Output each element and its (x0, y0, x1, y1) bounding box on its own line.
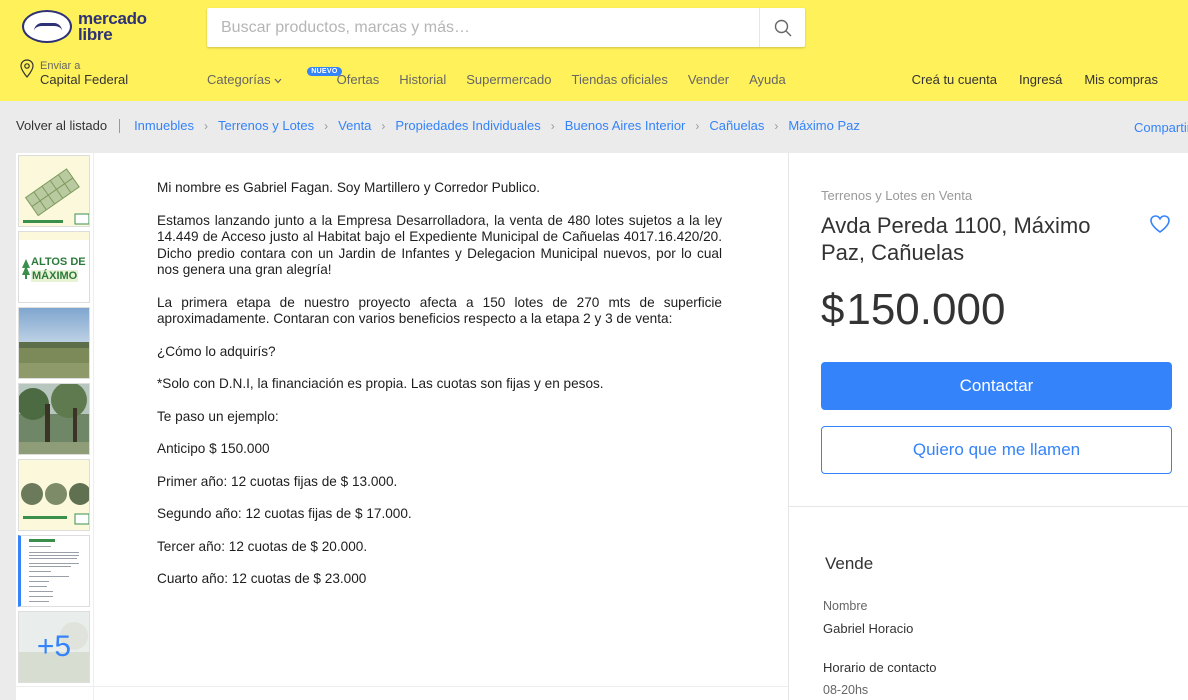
search-input[interactable] (207, 8, 759, 47)
contact-button[interactable]: Contactar (821, 362, 1172, 410)
thumbnail-1[interactable] (18, 155, 90, 227)
doc-paragraph: Anticipo $ 150.000 (157, 441, 270, 456)
trees-photo (19, 384, 89, 454)
seller-section-title: Vende (825, 554, 874, 573)
description-document: Mi nombre es Gabriel Fagan. Soy Martille… (157, 180, 722, 604)
doc-paragraph: Primer año: 12 cuotas fijas de $ 13.000. (157, 473, 398, 489)
logo-text-line2: libre (78, 24, 113, 44)
nav-ayuda[interactable]: Ayuda (749, 72, 786, 87)
search-bar (207, 8, 805, 47)
request-call-button[interactable]: Quiero que me llamen (821, 426, 1172, 474)
breadcrumb: Volver al listado Inmuebles › Terrenos y… (16, 118, 860, 133)
breadcrumb-buenos-aires-interior[interactable]: Buenos Aires Interior (565, 118, 686, 133)
search-button[interactable] (759, 8, 805, 47)
doc-paragraph: Estamos lanzando junto a la Empresa Desa… (157, 212, 722, 278)
gallery-divider (93, 153, 94, 700)
thumbnail-3[interactable] (18, 307, 90, 379)
thumbnail-6[interactable] (18, 535, 90, 607)
doc-paragraph: Segundo año: 12 cuotas fijas de $ 17.000… (157, 506, 412, 521)
more-photos-count: +5 (19, 612, 89, 682)
favorite-button[interactable] (1149, 214, 1171, 239)
mercadolibre-logo[interactable]: mercado libre (22, 10, 147, 43)
gallery-bottom-divider (16, 686, 788, 687)
altos-logo-line2: MÁXIMO (31, 270, 79, 282)
location-value: Capital Federal (40, 72, 129, 87)
create-account-link[interactable]: Creá tu cuenta (912, 72, 997, 87)
nav-tiendas-oficiales[interactable]: Tiendas oficiales (572, 72, 668, 87)
thumbnail-2[interactable]: ALTOS DE MÁXIMO (18, 231, 90, 303)
section-divider (789, 506, 1188, 507)
project-flyer (19, 460, 89, 530)
listing-price: $ 150.000 (821, 285, 1005, 335)
thumbnail-4[interactable] (18, 383, 90, 455)
location-label: Enviar a (40, 60, 81, 72)
price-currency: $ (821, 285, 845, 332)
lot-plan-image (19, 156, 89, 226)
seller-name-value: Gabriel Horacio (823, 621, 914, 636)
thumbnail-5[interactable] (18, 459, 90, 531)
location-pin-icon (20, 59, 34, 78)
tree-icon (22, 259, 30, 279)
breadcrumb-divider (119, 118, 121, 133)
chevron-right-icon: › (324, 118, 329, 133)
doc-paragraph: Mi nombre es Gabriel Fagan. Soy Martille… (157, 180, 541, 195)
listing-card: ALTOS DE MÁXIMO +5 Mi nombre es Gabriel … (16, 153, 1188, 700)
handshake-icon (22, 10, 72, 43)
doc-paragraph: ¿Cómo lo adquirís? (157, 343, 276, 359)
chevron-right-icon: › (204, 118, 209, 133)
chevron-down-icon (274, 78, 282, 84)
search-icon (774, 19, 791, 36)
nav-historial[interactable]: Historial (399, 72, 446, 87)
user-nav: Creá tu cuenta Ingresá Mis compras (912, 72, 1158, 87)
breadcrumb-terrenos-y-lotes[interactable]: Terrenos y Lotes (218, 118, 314, 133)
contact-hours-label: Horario de contacto (823, 660, 937, 675)
field-photo (19, 308, 89, 378)
breadcrumb-inmuebles[interactable]: Inmuebles (134, 118, 194, 133)
main-nav: Categorías NUEVOOfertas Historial Superm… (207, 67, 786, 87)
breadcrumb-canuelas[interactable]: Cañuelas (709, 118, 764, 133)
doc-paragraph: Te paso un ejemplo: (157, 408, 279, 424)
heart-icon (1150, 215, 1170, 233)
chevron-right-icon: › (550, 118, 555, 133)
chevron-right-icon: › (381, 118, 386, 133)
doc-paragraph: *Solo con D.N.I, la financiación es prop… (157, 376, 604, 391)
thumbnail-7[interactable]: +5 (18, 611, 90, 683)
share-link[interactable]: Compartir (1134, 120, 1188, 135)
nav-supermercado[interactable]: Supermercado (466, 72, 551, 87)
price-amount: 150.000 (846, 285, 1006, 334)
breadcrumb-venta[interactable]: Venta (338, 118, 371, 133)
altos-logo-line1: ALTOS DE (31, 256, 86, 268)
contact-hours-value: 08-20hs (823, 683, 869, 697)
listing-title: Avda Pereda 1100, Máximo Paz, Cañuelas (821, 213, 1091, 265)
header: mercado libre Enviar a Capital Federal C… (0, 0, 1188, 101)
column-divider (788, 153, 789, 700)
breadcrumb-propiedades-individuales[interactable]: Propiedades Individuales (395, 118, 540, 133)
nav-categorias[interactable]: Categorías (207, 72, 282, 87)
breadcrumb-maximo-paz[interactable]: Máximo Paz (788, 118, 860, 133)
listing-condition: Terrenos y Lotes en Venta (821, 188, 973, 203)
doc-paragraph: Cuarto año: 12 cuotas de $ 23.000 (157, 571, 367, 586)
doc-paragraph: Tercer año: 12 cuotas de $ 20.000. (157, 538, 368, 554)
doc-paragraph: La primera etapa de nuestro proyecto afe… (157, 294, 722, 327)
delivery-location[interactable]: Enviar a Capital Federal (20, 59, 128, 87)
back-to-listing-link[interactable]: Volver al listado (16, 118, 107, 133)
seller-name-label: Nombre (823, 599, 868, 613)
document-thumbnail (21, 536, 89, 606)
thumbnail-strip: ALTOS DE MÁXIMO +5 (16, 153, 93, 700)
my-purchases-link[interactable]: Mis compras (1084, 72, 1158, 87)
login-link[interactable]: Ingresá (1019, 72, 1062, 87)
chevron-right-icon: › (695, 118, 700, 133)
nav-ofertas[interactable]: NUEVOOfertas (302, 67, 379, 87)
nav-vender[interactable]: Vender (688, 72, 729, 87)
chevron-right-icon: › (774, 118, 779, 133)
